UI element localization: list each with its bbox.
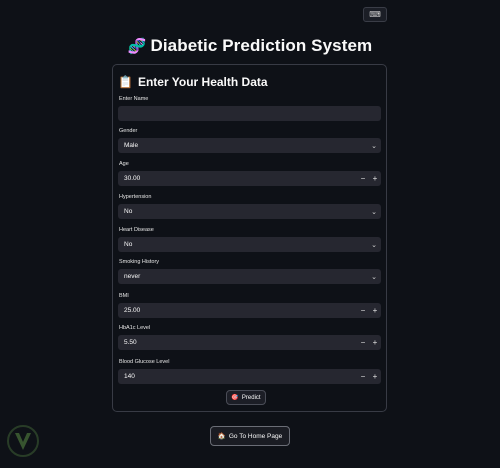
age-number-input[interactable]: 30.00 − + bbox=[118, 171, 381, 186]
bmi-label: BMI bbox=[119, 293, 129, 299]
bmi-number-input[interactable]: 25.00 − + bbox=[118, 303, 381, 318]
hba1c-value: 5.50 bbox=[124, 339, 137, 346]
chevron-down-icon: ⌄ bbox=[371, 208, 377, 216]
bmi-value: 25.00 bbox=[124, 307, 141, 314]
smoking-history-select[interactable]: never ⌄ bbox=[118, 269, 381, 284]
smoking-history-label: Smoking History bbox=[119, 259, 160, 265]
hba1c-label: HbA1c Level bbox=[119, 325, 151, 331]
predict-button-label: Predict bbox=[241, 394, 261, 401]
age-decrement-button[interactable]: − bbox=[357, 174, 369, 183]
heart-disease-label: Heart Disease bbox=[119, 227, 154, 233]
hypertension-select[interactable]: No ⌄ bbox=[118, 204, 381, 219]
page-title: 🧬 Diabetic Prediction System bbox=[0, 36, 500, 56]
hypertension-value: No bbox=[124, 208, 133, 215]
gender-select-value: Male bbox=[124, 142, 139, 149]
hba1c-increment-button[interactable]: + bbox=[369, 338, 381, 347]
bmi-increment-button[interactable]: + bbox=[369, 306, 381, 315]
heart-disease-select[interactable]: No ⌄ bbox=[118, 237, 381, 252]
gender-label: Gender bbox=[119, 128, 138, 134]
predict-button[interactable]: 🎯 Predict bbox=[226, 390, 266, 405]
page-title-text: Diabetic Prediction System bbox=[150, 36, 373, 55]
blood-glucose-increment-button[interactable]: + bbox=[369, 372, 381, 381]
blood-glucose-label: Blood Glucose Level bbox=[119, 359, 170, 365]
hba1c-number-input[interactable]: 5.50 − + bbox=[118, 335, 381, 350]
go-home-button-label: Go To Home Page bbox=[228, 432, 283, 440]
smoking-history-value: never bbox=[124, 273, 141, 280]
form-title-text: Enter Your Health Data bbox=[137, 75, 268, 89]
blood-glucose-number-input[interactable]: 140 − + bbox=[118, 369, 381, 384]
hypertension-label: Hypertension bbox=[119, 194, 152, 200]
watermark-logo bbox=[6, 424, 40, 460]
target-icon: 🎯 bbox=[231, 395, 239, 401]
clipboard-icon: 📋 bbox=[118, 75, 133, 89]
house-icon: 🏠 bbox=[217, 433, 226, 440]
keyboard-shortcut-button[interactable]: ⌨ bbox=[363, 7, 387, 22]
hba1c-decrement-button[interactable]: − bbox=[357, 338, 369, 347]
age-label: Age bbox=[119, 161, 129, 167]
keyboard-icon: ⌨ bbox=[369, 10, 381, 19]
heart-disease-value: No bbox=[124, 241, 133, 248]
blood-glucose-decrement-button[interactable]: − bbox=[357, 372, 369, 381]
name-input[interactable] bbox=[118, 106, 381, 121]
go-home-button[interactable]: 🏠 Go To Home Page bbox=[210, 426, 290, 446]
gender-select[interactable]: Male ⌄ bbox=[118, 138, 381, 153]
age-increment-button[interactable]: + bbox=[369, 174, 381, 183]
form-title: 📋 Enter Your Health Data bbox=[118, 75, 268, 89]
name-label: Enter Name bbox=[119, 96, 149, 102]
chevron-down-icon: ⌄ bbox=[371, 142, 377, 150]
chevron-down-icon: ⌄ bbox=[371, 241, 377, 249]
bmi-decrement-button[interactable]: − bbox=[357, 306, 369, 315]
blood-glucose-value: 140 bbox=[124, 373, 135, 380]
chevron-down-icon: ⌄ bbox=[371, 273, 377, 281]
dna-icon: 🧬 bbox=[127, 38, 147, 55]
age-value: 30.00 bbox=[124, 175, 141, 182]
